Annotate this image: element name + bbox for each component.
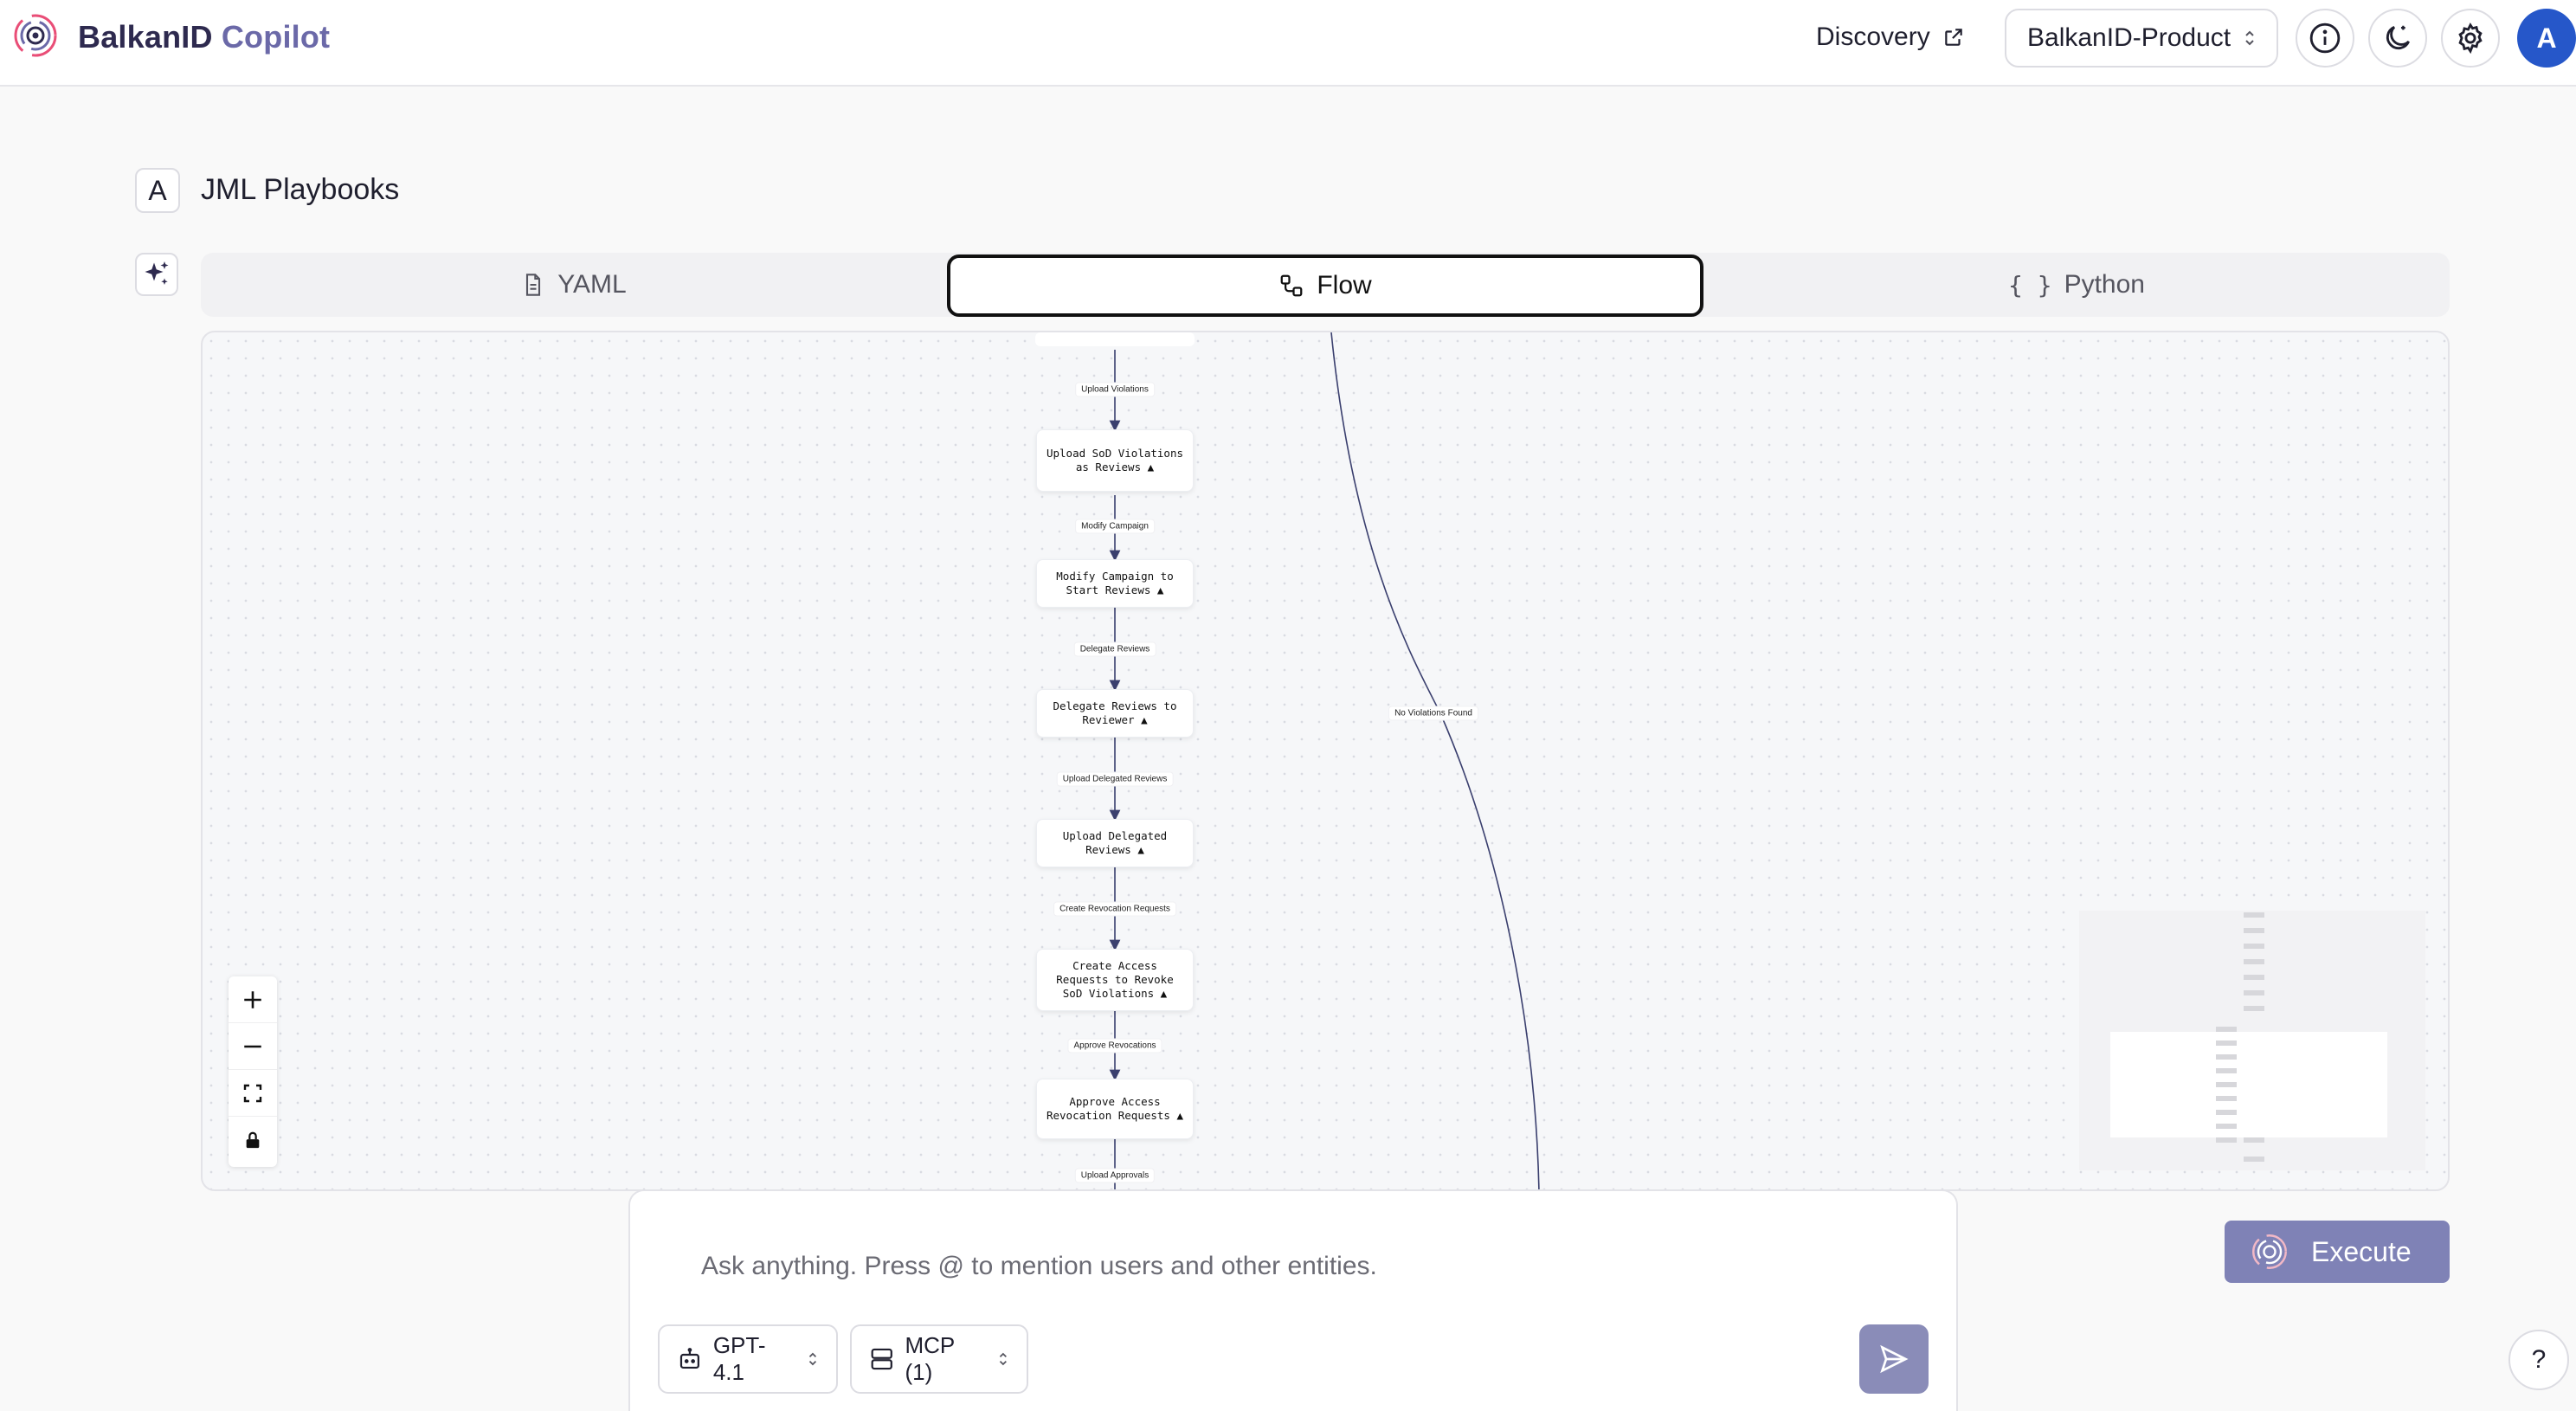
flow-node[interactable]: Delegate Reviews to Reviewer ▲ xyxy=(1036,689,1194,738)
info-button[interactable] xyxy=(2296,9,2354,68)
view-tabs: YAML Flow { } Python xyxy=(201,253,2450,317)
server-icon xyxy=(871,1348,892,1370)
external-link-icon xyxy=(1944,29,1962,46)
settings-button[interactable] xyxy=(2441,9,2500,68)
lock-icon xyxy=(246,1131,260,1149)
zoom-out-button[interactable] xyxy=(229,1023,277,1070)
mcp-selector[interactable]: MCP (1) xyxy=(850,1324,1028,1394)
balkanid-logo xyxy=(14,14,57,57)
edge-label: Upload Approvals xyxy=(1075,1169,1155,1182)
braces-icon: { } xyxy=(2008,270,2052,300)
tab-python[interactable]: { } Python xyxy=(1703,253,2450,317)
help-button[interactable]: ? xyxy=(2508,1330,2569,1390)
edge-label: No Violations Found xyxy=(1389,706,1478,720)
workspace-selector[interactable]: BalkanID-Product xyxy=(2005,9,2278,68)
tab-python-label: Python xyxy=(2064,270,2145,299)
minimap-nodes-lower xyxy=(2216,1027,2264,1162)
tab-yaml-label: YAML xyxy=(557,270,627,299)
ai-assist-button[interactable] xyxy=(135,253,178,296)
info-icon xyxy=(2309,23,2341,54)
execute-button[interactable]: Execute xyxy=(2225,1221,2450,1283)
theme-toggle-button[interactable] xyxy=(2368,9,2427,68)
bot-icon xyxy=(679,1348,699,1369)
edge-label: Upload Violations xyxy=(1076,383,1154,396)
edge-label: Modify Campaign xyxy=(1076,519,1154,533)
moon-stars-icon xyxy=(2386,25,2410,50)
tab-flow-label: Flow xyxy=(1317,271,1372,300)
brand-secondary: Copilot xyxy=(221,19,331,55)
balkanid-spinner-icon xyxy=(2252,1234,2287,1269)
playbook-badge: A xyxy=(135,168,180,213)
flow-icon xyxy=(1280,274,1303,297)
chevron-up-down-icon xyxy=(808,1352,817,1366)
flow-node[interactable]: Approve Access Revocation Requests ▲ xyxy=(1036,1079,1194,1139)
discovery-label: Discovery xyxy=(1816,23,1930,51)
send-button[interactable] xyxy=(1859,1324,1929,1394)
top-header: BalkanID Copilot Discovery BalkanID-Prod… xyxy=(0,0,2576,87)
edge-label: Create Revocation Requests xyxy=(1054,902,1175,916)
minus-icon xyxy=(244,1045,261,1047)
discovery-link[interactable]: Discovery xyxy=(1816,23,1965,52)
execute-label: Execute xyxy=(2311,1235,2412,1267)
edge-label: Approve Revocations xyxy=(1068,1039,1162,1053)
chat-panel: GPT-4.1 MCP (1) xyxy=(628,1189,1958,1411)
flow-node[interactable]: Modify Campaign to Start Reviews ▲ xyxy=(1036,559,1194,608)
tab-yaml[interactable]: YAML xyxy=(201,253,947,317)
app-brand[interactable]: BalkanID Copilot xyxy=(78,19,330,55)
fit-view-icon xyxy=(243,1084,262,1102)
flow-node[interactable]: Upload SoD Violations as Reviews ▲ xyxy=(1036,429,1194,492)
flow-minimap[interactable] xyxy=(2079,911,2425,1170)
chat-input[interactable] xyxy=(701,1252,1826,1281)
sparkles-icon xyxy=(145,261,169,285)
model-selector[interactable]: GPT-4.1 xyxy=(658,1324,838,1394)
lock-canvas-button[interactable] xyxy=(229,1117,277,1163)
document-icon xyxy=(526,274,541,296)
chevron-up-down-icon xyxy=(1000,1352,1008,1366)
mcp-label: MCP (1) xyxy=(905,1332,955,1385)
brand-primary: BalkanID xyxy=(78,19,213,55)
zoom-in-button[interactable] xyxy=(229,976,277,1023)
send-icon xyxy=(1880,1344,1909,1374)
zoom-controls xyxy=(229,976,277,1167)
tab-flow[interactable]: Flow xyxy=(947,254,1703,317)
model-label: GPT-4.1 xyxy=(712,1332,766,1385)
plus-icon xyxy=(244,990,261,1008)
flow-node[interactable]: Upload Delegated Reviews ▲ xyxy=(1036,819,1194,867)
workspace-name: BalkanID-Product xyxy=(2027,23,2231,52)
fit-view-button[interactable] xyxy=(229,1070,277,1117)
flow-node[interactable]: Create Access Requests to Revoke SoD Vio… xyxy=(1036,949,1194,1011)
edge-label: Delegate Reviews xyxy=(1074,642,1156,656)
gear-icon xyxy=(2458,23,2483,55)
user-avatar[interactable]: A xyxy=(2517,9,2576,68)
edge-label: Upload Delegated Reviews xyxy=(1057,772,1173,786)
flow-canvas[interactable]: Upload SoD Violations as Reviews ▲ Modif… xyxy=(201,331,2450,1191)
chevron-up-down-icon xyxy=(2245,30,2254,46)
page-title: JML Playbooks xyxy=(201,173,400,206)
